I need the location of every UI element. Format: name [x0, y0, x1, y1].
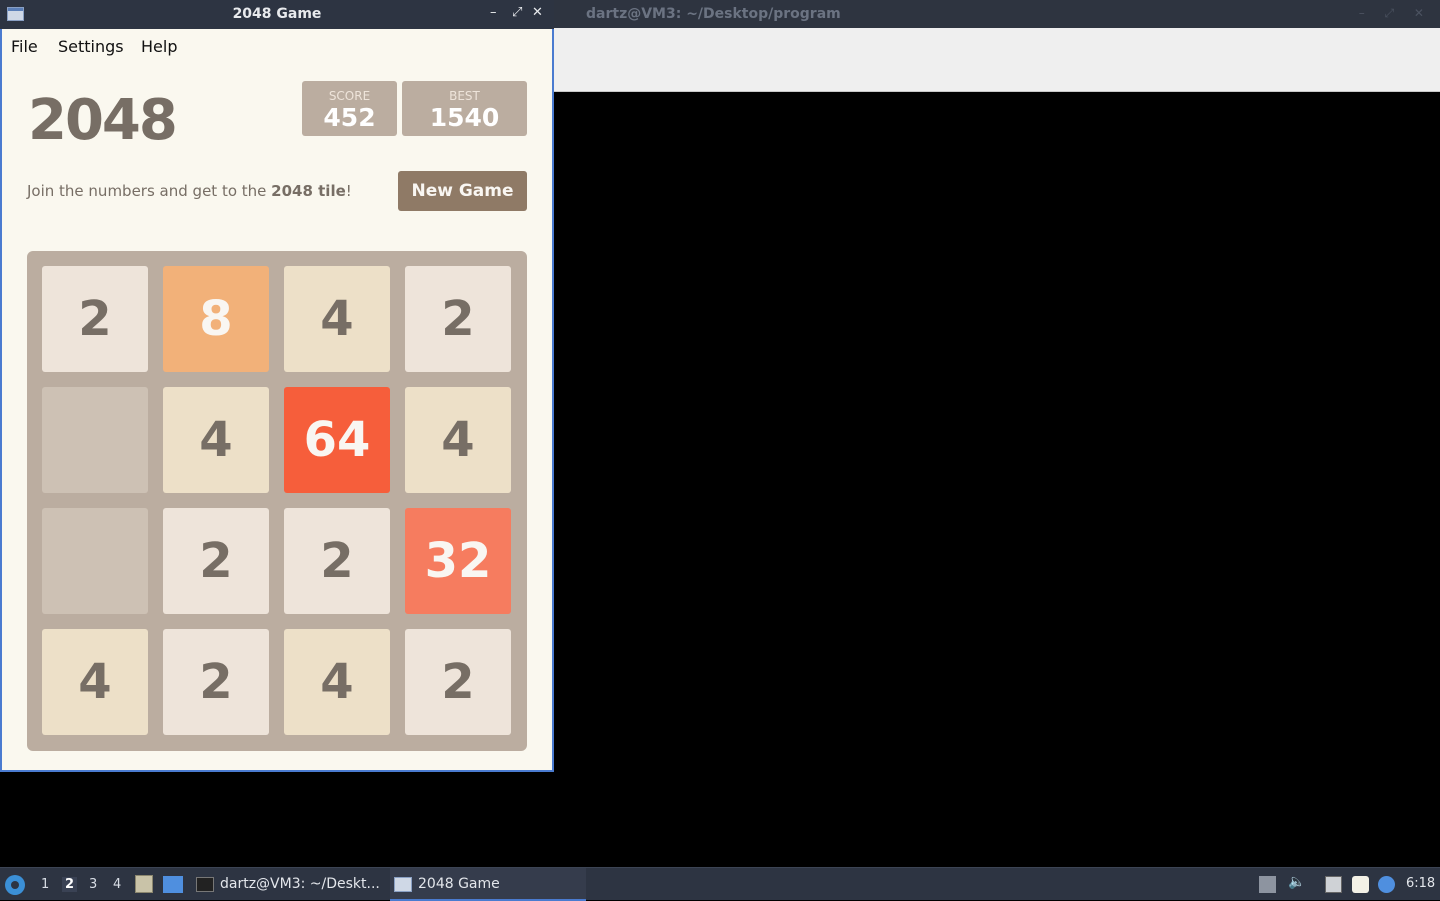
tile-2: 2 — [284, 508, 390, 614]
terminal-window-controls[interactable]: – ⤢ ✕ — [1359, 6, 1432, 21]
game-titlebar[interactable]: 2048 Game – ⤢ ✕ — [0, 0, 554, 29]
clipboard-icon[interactable] — [1352, 876, 1369, 893]
tile-32: 32 — [405, 508, 511, 614]
taskbar-item-label: 2048 Game — [418, 876, 500, 892]
intro-prefix: Join the numbers and get to the — [27, 182, 272, 200]
score-box: SCORE 452 — [302, 81, 397, 136]
menu-file[interactable]: File — [11, 37, 38, 56]
start-menu-icon[interactable] — [5, 875, 25, 895]
tile-4: 4 — [163, 387, 269, 493]
volume-icon[interactable]: 🔈 — [1288, 874, 1305, 891]
intro-suffix: ! — [345, 182, 352, 200]
best-score-box: BEST 1540 — [402, 81, 527, 136]
close-button[interactable]: ✕ — [532, 5, 543, 20]
game-intro: Join the numbers and get to the 2048 til… — [27, 182, 352, 200]
intro-bold: 2048 tile — [271, 182, 346, 200]
tile-4: 4 — [284, 629, 390, 735]
tile-4: 4 — [405, 387, 511, 493]
maximize-button[interactable]: ⤢ — [512, 5, 522, 20]
best-value: 1540 — [429, 103, 500, 132]
empty-tile — [42, 508, 148, 614]
terminal-titlebar[interactable]: dartz@VM3: ~/Desktop/program – ⤢ ✕ — [554, 0, 1440, 28]
game-window: 2048 Game – ⤢ ✕ File Settings Help 2048 … — [0, 0, 554, 772]
window-icon — [394, 876, 412, 892]
empty-tile — [42, 387, 148, 493]
minimize-button[interactable]: – — [490, 5, 497, 20]
game-heading: 2048 — [28, 88, 178, 153]
score-value: 452 — [323, 103, 376, 132]
tile-4: 4 — [284, 266, 390, 372]
workspace-1[interactable]: 1 — [41, 877, 49, 892]
network-icon[interactable] — [1325, 876, 1342, 893]
update-notifier-icon[interactable] — [1378, 876, 1395, 893]
taskbar: 1 2 3 4 dartz@VM3: ~/Deskt... 2048 Game … — [0, 867, 1440, 901]
show-desktop-icon[interactable] — [163, 876, 183, 893]
clock[interactable]: 6:18 — [1406, 876, 1435, 891]
tile-2: 2 — [405, 629, 511, 735]
tile-64: 64 — [284, 387, 390, 493]
menu-settings[interactable]: Settings — [58, 37, 124, 56]
window-title: 2048 Game — [232, 6, 322, 22]
terminal-toolbar — [554, 28, 1440, 92]
menu-help[interactable]: Help — [141, 37, 177, 56]
taskbar-item-label: dartz@VM3: ~/Deskt... — [220, 876, 380, 892]
file-manager-icon[interactable] — [135, 875, 153, 893]
workspace-4[interactable]: 4 — [113, 877, 121, 892]
terminal-title: dartz@VM3: ~/Desktop/program — [586, 6, 841, 22]
taskbar-item-2048-game[interactable]: 2048 Game — [390, 868, 586, 901]
game-board[interactable]: 2 8 4 2 4 64 4 2 2 32 4 2 4 2 — [27, 251, 527, 751]
tile-8: 8 — [163, 266, 269, 372]
workspace-2[interactable]: 2 — [62, 877, 78, 892]
tile-2: 2 — [42, 266, 148, 372]
new-game-button[interactable]: New Game — [398, 171, 527, 211]
menubar: File Settings Help — [2, 29, 552, 61]
taskbar-item-terminal[interactable]: dartz@VM3: ~/Deskt... — [192, 868, 382, 901]
tile-2: 2 — [163, 629, 269, 735]
terminal-icon — [196, 876, 214, 892]
score-label: SCORE — [328, 89, 371, 103]
best-label: BEST — [449, 89, 480, 103]
tile-2: 2 — [405, 266, 511, 372]
tile-2: 2 — [163, 508, 269, 614]
workspace-3[interactable]: 3 — [89, 877, 97, 892]
tile-4: 4 — [42, 629, 148, 735]
terminal-body[interactable] — [554, 93, 1440, 867]
tray-eject-icon[interactable] — [1259, 876, 1276, 893]
